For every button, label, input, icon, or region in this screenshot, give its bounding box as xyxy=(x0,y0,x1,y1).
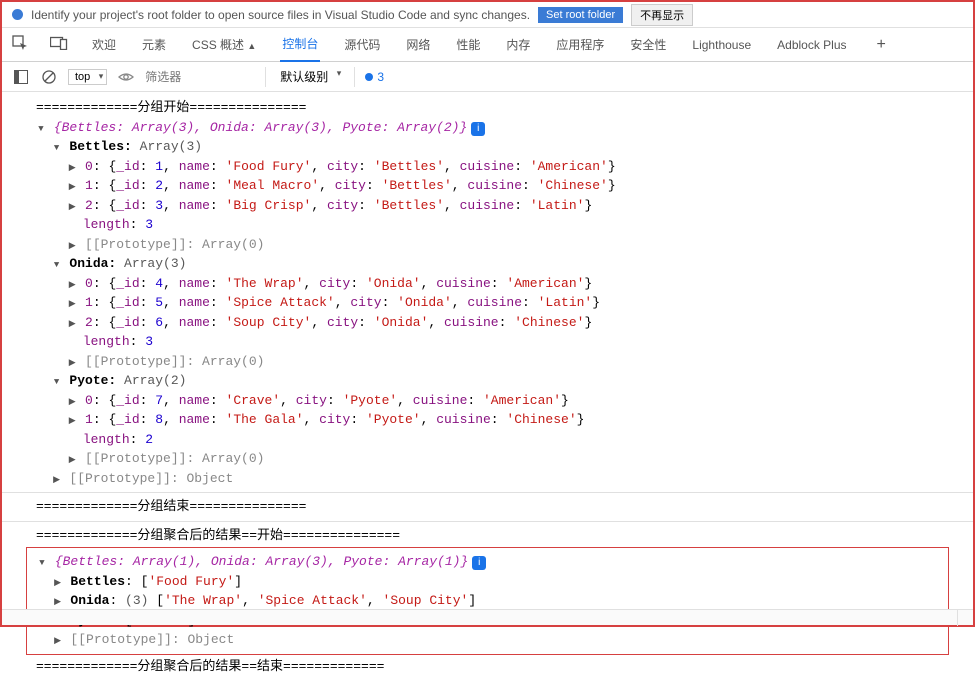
object-entry[interactable]: 0: {_id: 1, name: 'Food Fury', city: 'Be… xyxy=(36,157,939,177)
tab-elements[interactable]: 元素 xyxy=(140,28,168,61)
object-prop[interactable]: Bettles: ['Food Fury'] xyxy=(37,572,938,592)
console-filterbar: top 默认级别 3 xyxy=(2,62,973,92)
log-level-selector[interactable]: 默认级别 xyxy=(276,66,344,87)
add-tab-button[interactable]: + xyxy=(877,36,886,54)
object-summary[interactable]: {Bettles: Array(3), Onida: Array(3), Pyo… xyxy=(36,118,939,138)
object-entry[interactable]: 2: {_id: 3, name: 'Big Crisp', city: 'Be… xyxy=(36,196,939,216)
info-icon[interactable]: i xyxy=(471,122,485,136)
inspect-icon[interactable] xyxy=(12,35,28,54)
issues-badge[interactable]: 3 xyxy=(365,70,384,84)
infobar-text: Identify your project's root folder to o… xyxy=(31,8,530,22)
log-divider xyxy=(2,492,973,493)
object-summary[interactable]: {Bettles: Array(1), Onida: Array(3), Pyo… xyxy=(37,552,938,572)
tab-security[interactable]: 安全性 xyxy=(628,28,668,61)
separator xyxy=(265,67,266,87)
log-line: =============分组开始=============== xyxy=(36,98,939,118)
info-icon xyxy=(12,9,23,20)
tab-memory[interactable]: 内存 xyxy=(504,28,532,61)
console-output: =============分组开始=============== {Bettle… xyxy=(2,92,973,682)
object-prop[interactable]: Onida: Array(3) xyxy=(36,254,939,274)
tab-welcome[interactable]: 欢迎 xyxy=(90,28,118,61)
badge-dot-icon xyxy=(365,73,373,81)
object-prop[interactable]: Bettles: Array(3) xyxy=(36,137,939,157)
tab-network[interactable]: 网络 xyxy=(404,28,432,61)
filter-input[interactable] xyxy=(145,70,255,84)
object-prop[interactable]: Onida: (3) ['The Wrap', 'Spice Attack', … xyxy=(37,591,938,611)
devtools-tabbar: 欢迎 元素 CSS 概述 ▲ 控制台 源代码 网络 性能 内存 应用程序 安全性… xyxy=(2,28,973,62)
separator xyxy=(354,67,355,87)
sidebar-toggle-icon[interactable] xyxy=(12,68,30,86)
log-line: =============分组聚合后的结果==结束============= xyxy=(36,657,939,677)
context-selector[interactable]: top xyxy=(68,69,107,85)
tab-adblock[interactable]: Adblock Plus xyxy=(775,30,848,60)
prop-proto[interactable]: [[Prototype]]: Array(0) xyxy=(36,352,939,372)
device-icon[interactable] xyxy=(50,36,68,53)
object-entry[interactable]: 1: {_id: 5, name: 'Spice Attack', city: … xyxy=(36,293,939,313)
object-entry[interactable]: 1: {_id: 2, name: 'Meal Macro', city: 'B… xyxy=(36,176,939,196)
object-entry[interactable]: 0: {_id: 4, name: 'The Wrap', city: 'Oni… xyxy=(36,274,939,294)
prop-length: length: 3 xyxy=(36,332,939,352)
prop-proto[interactable]: [[Prototype]]: Array(0) xyxy=(36,449,939,469)
object-entry[interactable]: 0: {_id: 7, name: 'Crave', city: 'Pyote'… xyxy=(36,391,939,411)
live-expression-icon[interactable] xyxy=(117,68,135,86)
clear-console-icon[interactable] xyxy=(40,68,58,86)
prop-length: length: 2 xyxy=(36,430,939,450)
log-line: =============分组结束=============== xyxy=(36,497,939,517)
infobar: Identify your project's root folder to o… xyxy=(2,2,973,28)
dismiss-button[interactable]: 不再显示 xyxy=(631,4,693,26)
info-icon[interactable]: i xyxy=(472,556,486,570)
prop-proto[interactable]: [[Prototype]]: Array(0) xyxy=(36,235,939,255)
tab-css[interactable]: CSS 概述 ▲ xyxy=(190,28,258,61)
object-entry[interactable]: 2: {_id: 6, name: 'Soup City', city: 'On… xyxy=(36,313,939,333)
log-line: =============分组聚合后的结果==开始=============== xyxy=(36,526,939,546)
highlighted-region: {Bettles: Array(1), Onida: Array(3), Pyo… xyxy=(26,547,949,655)
tab-console[interactable]: 控制台 xyxy=(280,27,320,62)
prop-proto[interactable]: [[Prototype]]: Object xyxy=(36,469,939,489)
scrollbar-corner xyxy=(957,610,973,626)
tab-application[interactable]: 应用程序 xyxy=(554,28,606,61)
set-root-button[interactable]: Set root folder xyxy=(538,7,623,23)
tab-lighthouse[interactable]: Lighthouse xyxy=(690,30,753,60)
tab-sources[interactable]: 源代码 xyxy=(342,28,382,61)
horizontal-scrollbar[interactable] xyxy=(2,609,973,625)
object-prop[interactable]: Pyote: Array(2) xyxy=(36,371,939,391)
prop-proto[interactable]: [[Prototype]]: Object xyxy=(37,630,938,650)
log-divider xyxy=(2,521,973,522)
tab-performance[interactable]: 性能 xyxy=(454,28,482,61)
prop-length: length: 3 xyxy=(36,215,939,235)
badge-count: 3 xyxy=(377,70,384,84)
object-entry[interactable]: 1: {_id: 8, name: 'The Gala', city: 'Pyo… xyxy=(36,410,939,430)
